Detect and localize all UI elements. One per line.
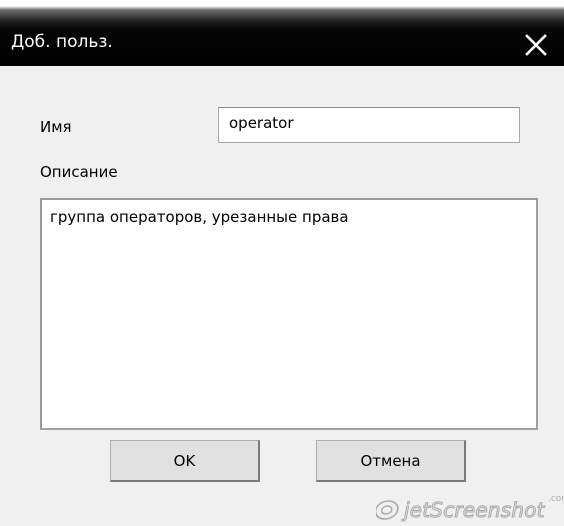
description-label: Описание (40, 163, 118, 181)
watermark: jetScreenshot .com (366, 494, 564, 525)
cancel-button[interactable]: Отмена (316, 440, 466, 482)
close-button[interactable] (518, 30, 554, 62)
title-bar[interactable]: Доб. польз. (0, 0, 564, 66)
close-icon (518, 30, 554, 62)
ok-button[interactable]: OK (110, 440, 260, 482)
name-field[interactable]: operator (218, 107, 520, 143)
description-field[interactable]: группа операторов, урезанные права (40, 198, 538, 430)
window-title: Доб. польз. (11, 32, 113, 52)
camera-lens-icon (374, 499, 402, 525)
add-user-dialog: Доб. польз. Имя operator Описание группа… (0, 0, 564, 526)
watermark-suffix: .com (548, 494, 564, 504)
name-label: Имя (40, 118, 72, 136)
watermark-text: jetScreenshot (404, 498, 545, 523)
